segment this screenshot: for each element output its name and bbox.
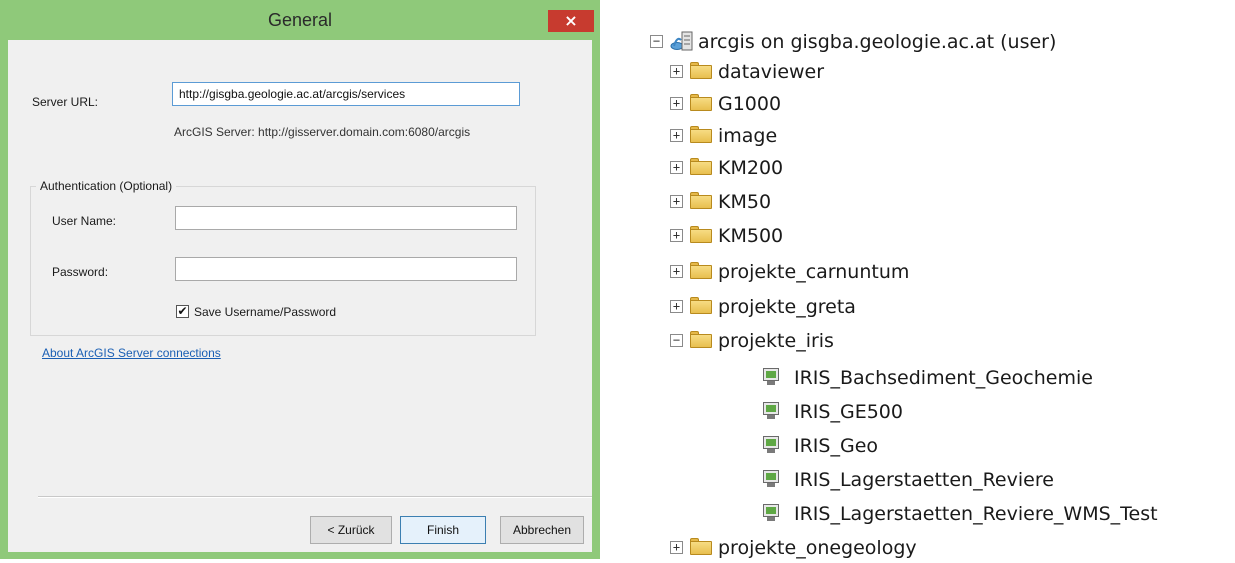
- authentication-group-title: Authentication (Optional): [36, 179, 177, 193]
- tree-service-label: IRIS_Bachsediment_Geochemie: [794, 367, 1093, 389]
- password-label: Password:: [52, 265, 109, 279]
- tree-folder-label: KM200: [718, 157, 784, 179]
- password-input[interactable]: [175, 257, 517, 281]
- save-credentials-checkbox[interactable]: ✔: [176, 305, 189, 318]
- folder-icon: [690, 94, 712, 111]
- folder-icon: [690, 158, 712, 175]
- folder-icon: [690, 192, 712, 209]
- expand-icon[interactable]: +: [670, 65, 683, 78]
- catalog-tree: − arcgis on gisgba.geologie.ac.at (user)…: [640, 0, 1235, 559]
- tree-service-label: IRIS_Lagerstaetten_Reviere: [794, 469, 1054, 491]
- tree-folder-label: KM50: [718, 191, 772, 213]
- collapse-icon[interactable]: −: [670, 334, 683, 347]
- expand-icon[interactable]: +: [670, 97, 683, 110]
- cancel-button[interactable]: Abbrechen: [500, 516, 584, 544]
- expand-icon[interactable]: +: [670, 541, 683, 554]
- folder-icon: [690, 538, 712, 555]
- dialog-title: General: [267, 10, 333, 30]
- expand-icon[interactable]: +: [670, 229, 683, 242]
- expand-icon[interactable]: +: [670, 300, 683, 313]
- expand-icon[interactable]: +: [670, 161, 683, 174]
- collapse-icon[interactable]: −: [650, 35, 663, 48]
- map-service-icon: [762, 402, 780, 420]
- username-input[interactable]: [175, 206, 517, 230]
- server-url-label: Server URL:: [32, 95, 99, 109]
- general-dialog: General × Server URL: ArcGIS Server: htt…: [0, 0, 600, 559]
- tree-folder-label: projekte_carnuntum: [718, 261, 910, 283]
- map-service-icon: [762, 368, 780, 386]
- tree-service-label: IRIS_Geo: [794, 435, 879, 457]
- map-service-icon: [762, 504, 780, 522]
- tree-folder-label: dataviewer: [718, 61, 825, 83]
- tree-folder-label: projekte_onegeology: [718, 537, 917, 559]
- server-url-hint: ArcGIS Server: http://gisserver.domain.c…: [174, 125, 471, 139]
- expand-icon[interactable]: +: [670, 129, 683, 142]
- tree-folder-label: projekte_greta: [718, 296, 856, 318]
- folder-icon: [690, 331, 712, 348]
- folder-icon: [690, 262, 712, 279]
- folder-icon: [690, 297, 712, 314]
- close-icon: ×: [564, 11, 578, 30]
- tree-service-label: IRIS_GE500: [794, 401, 903, 423]
- folder-icon: [690, 226, 712, 243]
- tree-folder-label: image: [718, 125, 778, 147]
- footer-separator: [38, 496, 592, 498]
- username-label: User Name:: [52, 214, 117, 228]
- tree-folder-label: projekte_iris: [718, 330, 834, 352]
- tree-root-label: arcgis on gisgba.geologie.ac.at (user): [698, 31, 1057, 53]
- expand-icon[interactable]: +: [670, 265, 683, 278]
- tree-service-label: IRIS_Lagerstaetten_Reviere_WMS_Test: [794, 503, 1158, 525]
- tree-folder-label: KM500: [718, 225, 784, 247]
- server-url-input[interactable]: [172, 82, 520, 106]
- server-connection-icon: [670, 31, 693, 51]
- about-arcgis-server-link[interactable]: About ArcGIS Server connections: [42, 346, 221, 360]
- finish-button[interactable]: Finish: [400, 516, 486, 544]
- map-service-icon: [762, 436, 780, 454]
- folder-icon: [690, 62, 712, 79]
- save-credentials-label[interactable]: Save Username/Password: [194, 305, 336, 319]
- dialog-title-bar[interactable]: General ×: [0, 0, 600, 40]
- dialog-content: Server URL: ArcGIS Server: http://gisser…: [8, 40, 592, 552]
- checkmark-icon: ✔: [177, 304, 188, 318]
- close-button[interactable]: ×: [548, 10, 594, 32]
- expand-icon[interactable]: +: [670, 195, 683, 208]
- tree-folder-label: G1000: [718, 93, 782, 115]
- back-button[interactable]: < Zurück: [310, 516, 392, 544]
- map-service-icon: [762, 470, 780, 488]
- folder-icon: [690, 126, 712, 143]
